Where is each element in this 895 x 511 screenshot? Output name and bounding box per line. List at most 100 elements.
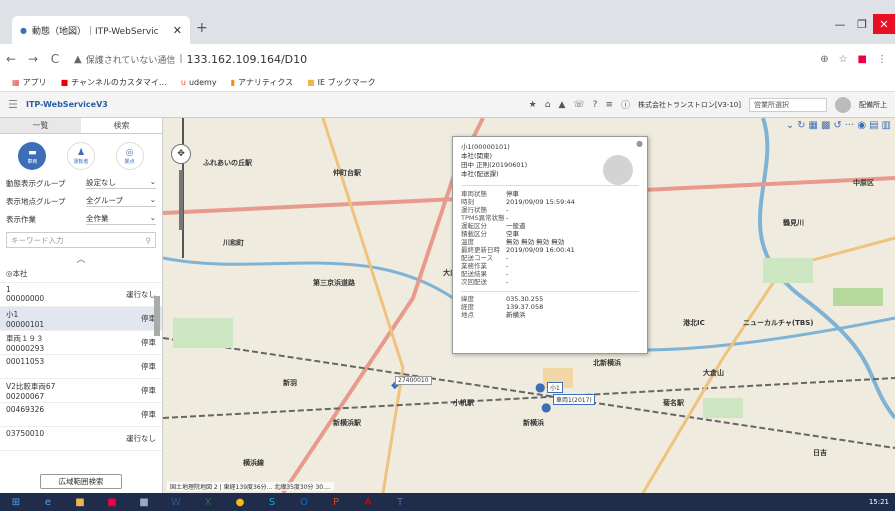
- popup-row-key: 運転区分: [461, 222, 487, 230]
- star-icon[interactable]: ☆: [839, 54, 848, 65]
- new-tab-button[interactable]: +: [196, 20, 208, 36]
- vehicle-list-item[interactable]: V2比較車両67 00200067 停車: [0, 379, 162, 403]
- url-field[interactable]: ▲ 保護されていない通信 | 133.162.109.164/D10: [74, 53, 774, 66]
- vehicle-list-item[interactable]: 車両１９３ 00000293 停車: [0, 331, 162, 355]
- app-icon[interactable]: ■: [128, 495, 160, 509]
- bookmark-youtube[interactable]: ■ チャンネルのカスタマイ…: [61, 77, 167, 88]
- vehicle-id: 00200067: [6, 392, 45, 401]
- chevron-down-icon: ⌄: [149, 195, 156, 204]
- folder-icon[interactable]: ■: [64, 495, 96, 509]
- word-icon[interactable]: W: [160, 495, 192, 509]
- location-mode-button[interactable]: ◎ 拠点: [115, 142, 144, 170]
- chevron-down-icon: ⌄: [149, 213, 156, 222]
- ie-icon[interactable]: e: [32, 495, 64, 509]
- acrobat-icon[interactable]: A: [352, 495, 384, 509]
- taskbar: ⊞ e ■ ■ ■ W X ● S O P A T 15:21: [0, 493, 895, 511]
- collapse-up-icon[interactable]: ︿: [0, 252, 162, 265]
- outlook-icon[interactable]: O: [288, 495, 320, 509]
- minimize-icon[interactable]: —: [829, 14, 851, 34]
- work-select[interactable]: 全作業 ⌄: [86, 213, 156, 225]
- popup-row: 次回配送 -: [461, 278, 639, 286]
- vehicle-name: 車両１９３: [6, 334, 44, 343]
- extension-icon[interactable]: ■: [858, 54, 867, 65]
- map-place-label: 第三京浜道路: [313, 279, 355, 287]
- hamburger-icon[interactable]: ☰: [8, 98, 22, 111]
- keyword-input[interactable]: キーワード入力 ⚲: [6, 232, 156, 248]
- print-icon[interactable]: ≡: [605, 100, 613, 110]
- zoom-slider[interactable]: [179, 170, 183, 230]
- history-icon[interactable]: ↺: [833, 120, 841, 131]
- map-place-label: 日吉: [813, 449, 827, 457]
- map-place-label: 大倉山: [703, 369, 724, 377]
- vehicle-list-item[interactable]: 1 00000000 運行なし: [0, 283, 162, 307]
- map-marker-2[interactable]: ●: [541, 400, 551, 414]
- forward-icon[interactable]: →: [22, 52, 44, 66]
- bookmark-udemy[interactable]: u udemy: [181, 78, 217, 87]
- sidebar-tabs: 一覧 検索: [0, 118, 162, 134]
- vehicle-list-item[interactable]: 00011053 停車: [0, 355, 162, 379]
- refresh-icon[interactable]: ↻: [797, 120, 805, 131]
- map-marker-1[interactable]: ●: [535, 380, 545, 394]
- phone-icon[interactable]: ☏: [573, 100, 584, 110]
- map-place-label: 新横浜駅: [333, 419, 361, 427]
- popup-row-value: -: [506, 254, 509, 262]
- more-icon[interactable]: ···: [845, 120, 855, 131]
- popup-row: 運行状態 -: [461, 206, 639, 214]
- wide-area-search-button[interactable]: 広域範囲検索: [40, 474, 122, 489]
- office-icon[interactable]: ■: [96, 495, 128, 509]
- powerpoint-icon[interactable]: P: [320, 495, 352, 509]
- popup-row-value: 2019/09/09 15:59:44: [506, 198, 575, 206]
- user-avatar[interactable]: [835, 96, 851, 113]
- close-popup-icon[interactable]: ●: [636, 139, 643, 148]
- vehicle-list-item[interactable]: 00469326 停車: [0, 403, 162, 427]
- search-icon[interactable]: ⚲: [146, 236, 152, 245]
- info-icon[interactable]: ◉: [857, 120, 866, 131]
- folder-icon: ■: [307, 78, 315, 87]
- browser-tab[interactable]: ● 動態（地図）｜ITP-WebServic ✕: [12, 16, 190, 44]
- building-icon[interactable]: ▲: [558, 100, 565, 110]
- help-icon[interactable]: ?: [593, 100, 598, 110]
- bookmark-analytics[interactable]: ▮ アナリティクス: [231, 77, 294, 88]
- bookmark-ie[interactable]: ■ IE ブックマーク: [307, 77, 376, 88]
- map-pan-control[interactable]: ✥: [171, 144, 191, 164]
- list-icon[interactable]: ▤: [869, 120, 878, 131]
- teams-icon[interactable]: T: [384, 495, 416, 509]
- map-view[interactable]: ふれあいの丘駅仲町台駅川和町小机駅新横浜菊名駅大倉山綱島鶴見川第三京浜道路新羽北…: [163, 118, 895, 493]
- zoom-icon[interactable]: ⊕: [820, 54, 828, 65]
- url-text: 133.162.109.164/D10: [186, 52, 308, 66]
- reload-icon[interactable]: C: [44, 52, 66, 66]
- point-group-select[interactable]: 全グループ ⌄: [86, 195, 156, 207]
- popup-row-value: 035.30.255: [506, 295, 544, 303]
- vehicle-list-item[interactable]: 小1 00000101 停車: [0, 307, 162, 331]
- chevron-down-icon[interactable]: ⌄: [786, 120, 794, 131]
- popup-row-value: -: [506, 278, 509, 286]
- skype-icon[interactable]: S: [256, 495, 288, 509]
- layer-icon[interactable]: ▦: [809, 120, 818, 131]
- scrollbar[interactable]: [154, 296, 160, 336]
- maximize-icon[interactable]: ❐: [851, 14, 873, 34]
- tab-list[interactable]: 一覧: [0, 118, 81, 133]
- info-icon[interactable]: ⓘ: [621, 98, 630, 111]
- chevron-down-icon: ⌄: [149, 177, 156, 186]
- office-select[interactable]: 営業所選択: [749, 97, 827, 112]
- tab-search[interactable]: 検索: [81, 118, 162, 133]
- driver-mode-button[interactable]: ♟ 運転者: [66, 142, 95, 170]
- menu-dots-icon[interactable]: ⋮: [877, 54, 887, 65]
- home-icon[interactable]: ⌂: [545, 100, 551, 110]
- vehicle-id: 00000293: [6, 344, 45, 353]
- close-tab-icon[interactable]: ✕: [173, 24, 182, 37]
- vehicle-status: 運行なし: [126, 290, 156, 299]
- bookmark-apps[interactable]: ▦ アプリ: [12, 77, 47, 88]
- display-group-select[interactable]: 設定なし ⌄: [86, 177, 156, 189]
- chrome-icon[interactable]: ●: [224, 495, 256, 509]
- windows-start-icon[interactable]: ⊞: [0, 495, 32, 509]
- panel-icon[interactable]: ▥: [882, 120, 891, 131]
- popup-row-key: 温度: [461, 238, 474, 246]
- vehicle-mode-button[interactable]: ▬ 車両: [18, 142, 47, 170]
- back-icon[interactable]: ←: [0, 52, 22, 66]
- excel-icon[interactable]: X: [192, 495, 224, 509]
- close-window-icon[interactable]: ✕: [873, 14, 895, 34]
- vehicle-list-item[interactable]: 03750010 運行なし: [0, 427, 162, 451]
- favorite-icon[interactable]: ★: [529, 100, 537, 110]
- grid-icon[interactable]: ▩: [821, 120, 830, 131]
